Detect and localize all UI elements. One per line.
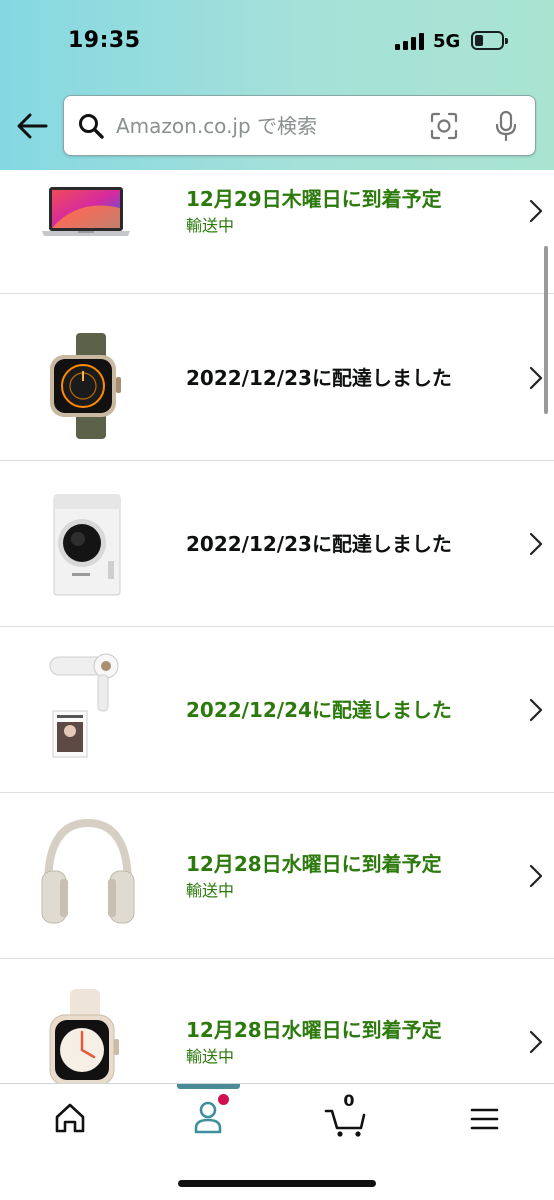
chevron-right-icon (529, 864, 543, 888)
order-row[interactable]: 2022/12/23に配達しました (0, 461, 554, 627)
home-icon (55, 1103, 85, 1133)
chevron-right-icon (529, 1030, 543, 1054)
battery-icon (471, 31, 508, 50)
notification-badge (218, 1094, 229, 1105)
order-status: 12月28日水曜日に到着予定 (186, 1018, 442, 1042)
order-list: 12月29日木曜日に到着予定 輸送中 2022/12/23に配達しました 202… (0, 170, 554, 1084)
order-status: 2022/12/24に配達しました (186, 698, 452, 722)
account-icon (194, 1101, 222, 1134)
order-row[interactable]: 12月28日水曜日に到着予定 輸送中 (0, 793, 554, 959)
order-row[interactable]: 12月29日木曜日に到着予定 輸送中 (0, 170, 554, 294)
order-status: 12月28日水曜日に到着予定 (186, 852, 442, 876)
chevron-right-icon (529, 366, 543, 390)
order-status: 2022/12/23に配達しました (186, 366, 452, 390)
order-row[interactable]: 12月28日水曜日に到着予定 輸送中 (0, 959, 554, 1084)
order-row[interactable]: 2022/12/24に配達しました (0, 627, 554, 793)
order-status: 12月29日木曜日に到着予定 (186, 187, 442, 211)
microphone-icon[interactable] (494, 110, 518, 142)
product-image-headphones (41, 818, 135, 924)
product-image-hair-dryer (49, 653, 119, 758)
back-button[interactable] (16, 112, 48, 140)
nav-menu[interactable] (444, 1084, 524, 1154)
status-time: 19:35 (68, 28, 141, 53)
product-image-laptop (42, 187, 130, 236)
product-image-smartwatch (50, 333, 121, 439)
search-input[interactable] (116, 106, 416, 146)
signal-bars-icon (395, 33, 425, 50)
arrow-left-icon (17, 113, 48, 139)
order-status: 2022/12/23に配達しました (186, 532, 452, 556)
chevron-right-icon (529, 532, 543, 556)
product-image-smartwatch (49, 989, 119, 1084)
menu-icon (470, 1108, 499, 1130)
camera-scan-icon[interactable] (430, 112, 458, 140)
order-row[interactable]: 2022/12/23に配達しました (0, 295, 554, 461)
search-bar[interactable] (63, 95, 536, 156)
network-label: 5G (433, 31, 461, 52)
nav-home[interactable] (30, 1084, 110, 1154)
chevron-right-icon (529, 199, 543, 223)
search-icon (79, 114, 104, 139)
order-substatus: 輸送中 (186, 1047, 235, 1066)
cart-count: 0 (343, 1091, 355, 1110)
home-indicator (178, 1180, 376, 1187)
order-substatus: 輸送中 (186, 216, 235, 235)
nav-account[interactable] (168, 1084, 248, 1154)
order-substatus: 輸送中 (186, 881, 235, 900)
app-header: 19:35 5G (0, 0, 554, 170)
product-image-washing-machine (53, 494, 121, 596)
chevron-right-icon (529, 698, 543, 722)
scrollbar[interactable] (544, 246, 548, 414)
